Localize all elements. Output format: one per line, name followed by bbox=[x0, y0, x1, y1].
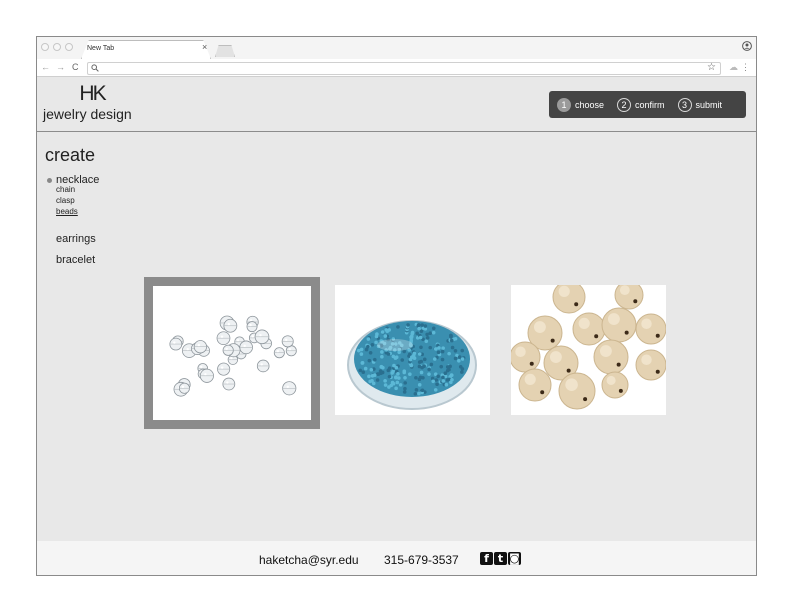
tab-title[interactable]: New Tab bbox=[87, 45, 114, 52]
menu-item-earrings[interactable]: earrings bbox=[56, 233, 96, 246]
facebook-icon[interactable]: f bbox=[480, 552, 493, 565]
minimize-window-button[interactable] bbox=[53, 43, 61, 51]
step-number: 1 bbox=[557, 97, 571, 112]
forward-icon[interactable]: → bbox=[56, 61, 65, 73]
new-tab-button[interactable] bbox=[215, 45, 235, 57]
sidebar: create necklace chain clasp beads earrin… bbox=[45, 144, 99, 266]
wooden-beads-image bbox=[511, 285, 666, 415]
extension-icon[interactable]: ☁ bbox=[729, 61, 738, 74]
bullet-icon bbox=[47, 178, 52, 183]
browser-window: New Tab × ← → C ☆ ☁ ⋮ HK jewelry design … bbox=[36, 36, 757, 576]
clear-crystal-beads-image bbox=[153, 286, 311, 420]
contact-email[interactable]: haketcha@syr.edu bbox=[259, 553, 359, 567]
site-header: HK jewelry design 1 choose 2 confirm 3 s… bbox=[37, 77, 756, 132]
contact-phone: 315-679-3537 bbox=[384, 553, 459, 567]
logo-mark: HK bbox=[79, 82, 106, 105]
search-icon bbox=[91, 64, 99, 72]
product-clear-crystal-beads[interactable] bbox=[144, 277, 320, 429]
back-icon[interactable]: ← bbox=[41, 61, 50, 73]
logo[interactable]: HK jewelry design bbox=[43, 83, 153, 123]
brand-name: jewelry design bbox=[43, 106, 132, 122]
submenu-item-chain[interactable]: chain bbox=[56, 185, 75, 195]
step-submit[interactable]: 3 submit bbox=[677, 97, 723, 112]
step-label: confirm bbox=[635, 99, 665, 110]
step-label: submit bbox=[695, 99, 723, 110]
product-blue-seed-beads[interactable] bbox=[335, 285, 490, 415]
submenu-item-beads[interactable]: beads bbox=[56, 207, 78, 217]
step-number: 3 bbox=[677, 97, 692, 112]
reload-icon[interactable]: C bbox=[72, 61, 79, 73]
submenu-item-clasp[interactable]: clasp bbox=[56, 196, 75, 206]
address-bar: ← → C ☆ ☁ ⋮ bbox=[37, 59, 756, 77]
star-icon[interactable]: ☆ bbox=[707, 61, 716, 74]
menu-item-bracelet[interactable]: bracelet bbox=[56, 254, 95, 267]
tab-bar: New Tab × bbox=[37, 37, 756, 59]
step-number: 2 bbox=[617, 97, 632, 112]
window-controls bbox=[41, 43, 73, 51]
progress-steps: 1 choose 2 confirm 3 submit bbox=[549, 91, 746, 118]
step-choose[interactable]: 1 choose bbox=[557, 97, 605, 112]
social-links: f t ◙ bbox=[480, 552, 521, 565]
footer: haketcha@syr.edu 315-679-3537 f t ◙ bbox=[37, 541, 756, 575]
profile-icon[interactable] bbox=[742, 41, 752, 51]
blue-seed-beads-image bbox=[335, 285, 490, 415]
step-label: choose bbox=[575, 99, 605, 110]
close-icon[interactable]: × bbox=[202, 43, 207, 52]
instagram-icon[interactable]: ◙ bbox=[508, 552, 521, 565]
step-confirm[interactable]: 2 confirm bbox=[617, 97, 665, 112]
close-window-button[interactable] bbox=[41, 43, 49, 51]
zoom-window-button[interactable] bbox=[65, 43, 73, 51]
url-input[interactable] bbox=[87, 62, 721, 75]
product-wooden-beads[interactable] bbox=[511, 285, 666, 415]
page-title: create bbox=[45, 145, 96, 165]
twitter-icon[interactable]: t bbox=[494, 552, 507, 565]
menu-icon[interactable]: ⋮ bbox=[741, 61, 750, 74]
